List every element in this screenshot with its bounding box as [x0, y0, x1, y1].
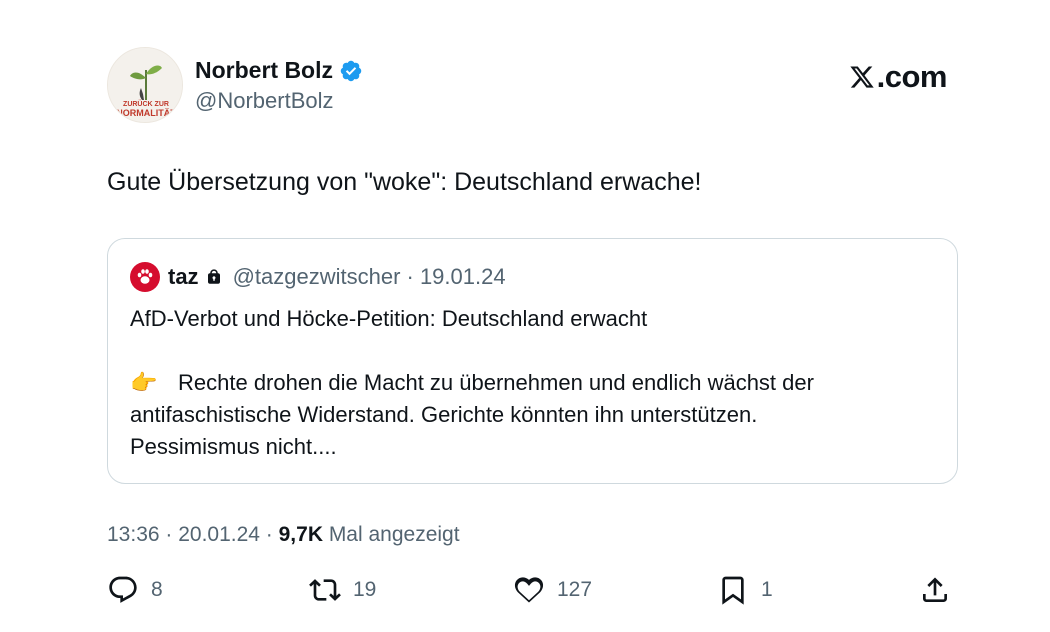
avatar-text-top: ZURÜCK ZUR — [123, 99, 169, 108]
quoted-tweet-header: taz @tazgezwitscher · 19.01.24 — [130, 262, 506, 292]
quoted-author-name[interactable]: taz — [168, 264, 199, 290]
like-button[interactable]: 127 — [513, 574, 592, 606]
tweet-meta: 13:36 · 20.01.24 · 9,7K Mal angezeigt — [107, 523, 460, 547]
views-label: Mal angezeigt — [322, 523, 460, 546]
avatar-image: ZURÜCK ZUR NORMALITÄT — [108, 48, 182, 122]
bookmark-count: 1 — [761, 578, 773, 601]
like-count: 127 — [557, 578, 593, 601]
bookmark-button[interactable]: 1 — [717, 574, 773, 606]
author-display-name[interactable]: Norbert Bolz — [195, 57, 333, 84]
avatar-text-bottom: NORMALITÄT — [116, 108, 176, 118]
author-handle[interactable]: @NorbertBolz — [195, 88, 334, 114]
lock-icon — [207, 269, 220, 284]
quoted-handle-date: @tazgezwitscher · 19.01.24 — [232, 264, 506, 289]
share-button[interactable] — [919, 574, 951, 606]
x-logo-icon — [849, 66, 874, 88]
tweet-header: ZURÜCK ZUR NORMALITÄT Norbert Bolz @Norb… — [107, 47, 950, 127]
paw-icon — [137, 269, 153, 284]
retweet-button[interactable]: 19 — [309, 574, 376, 606]
verified-badge-icon — [339, 59, 363, 83]
tweet-timestamp[interactable]: 13:36 · 20.01.24 · — [107, 523, 279, 546]
x-com-text: .com — [876, 59, 948, 94]
pointing-hand-icon: 👉 — [130, 370, 158, 395]
retweet-count: 19 — [353, 578, 377, 601]
quoted-tweet-card[interactable]: taz @tazgezwitscher · 19.01.24 AfD-Verbo… — [107, 238, 958, 484]
tweet-text: Gute Übersetzung von "woke": Deutschland… — [107, 168, 702, 196]
reply-button[interactable]: 8 — [107, 574, 163, 606]
reply-icon — [109, 576, 137, 603]
author-avatar[interactable]: ZURÜCK ZUR NORMALITÄT — [107, 47, 183, 123]
retweet-icon — [309, 579, 341, 601]
taz-avatar[interactable] — [130, 262, 160, 292]
view-count: 9,7K — [278, 523, 323, 546]
heart-icon — [514, 577, 544, 603]
quoted-line-3: antifaschistische Widerstand. Gerichte k… — [130, 402, 758, 427]
tweet-actions: 8 19 127 1 — [107, 574, 952, 614]
quoted-tweet-body: AfD-Verbot und Höcke-Petition: Deutschla… — [130, 303, 935, 463]
bookmark-icon — [722, 576, 744, 605]
share-icon — [923, 577, 947, 602]
author-name-row: Norbert Bolz — [195, 57, 363, 84]
quoted-line-4: Pessimismus nicht.... — [130, 434, 337, 459]
x-com-brand: .com — [849, 59, 948, 95]
quoted-line-2-wrap: 👉 Rechte drohen die Macht zu übernehmen u… — [130, 367, 935, 399]
quoted-line-1: AfD-Verbot und Höcke-Petition: Deutschla… — [130, 306, 648, 331]
reply-count: 8 — [151, 578, 163, 601]
quoted-line-2: Rechte drohen die Macht zu übernehmen un… — [178, 370, 814, 395]
